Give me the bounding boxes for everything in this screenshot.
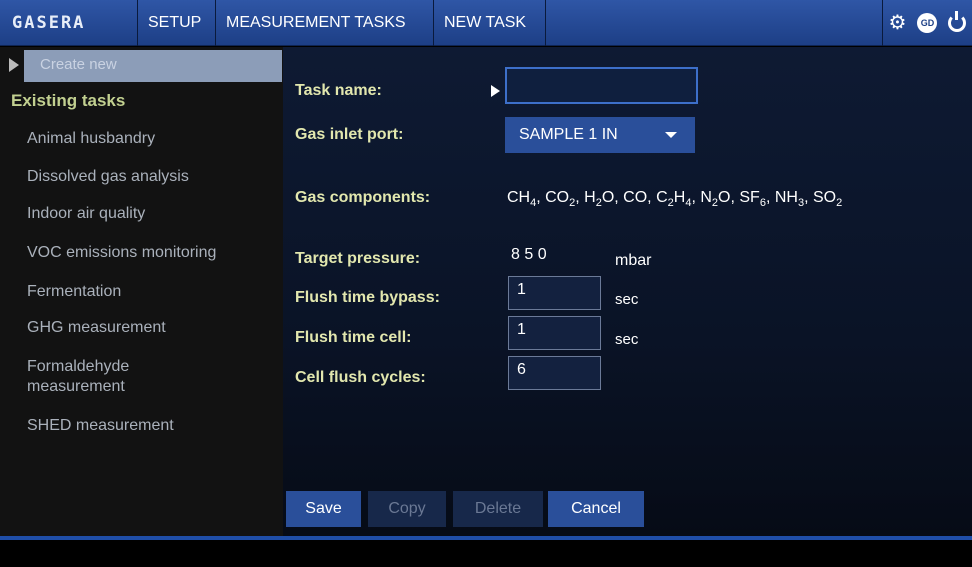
flush-bypass-label: Flush time bypass: xyxy=(295,289,440,306)
gas-co2: CO2 xyxy=(545,189,576,210)
flush-cell-input[interactable]: 1 xyxy=(508,316,601,350)
bottom-accent-bar xyxy=(0,536,972,540)
sidebar-item-animal-husbandry[interactable]: Animal husbandry xyxy=(27,129,155,149)
selected-arrow-icon xyxy=(9,58,19,72)
target-pressure-unit: mbar xyxy=(615,252,652,269)
top-icon-group: ⚙ GD xyxy=(882,0,972,46)
cell-cycles-input[interactable]: 6 xyxy=(508,356,601,390)
flush-bypass-unit: sec xyxy=(615,291,639,308)
gas-sf6: SF6 xyxy=(739,189,766,210)
sidebar-item-formaldehyde[interactable]: Formaldehyde measurement xyxy=(27,357,177,397)
gas-nh3: NH3 xyxy=(774,189,805,210)
gas-c2h4: C2H4 xyxy=(656,189,692,210)
cell-cycles-label: Cell flush cycles: xyxy=(295,369,426,386)
gas-inlet-value: SAMPLE 1 IN xyxy=(519,126,618,143)
chevron-down-icon xyxy=(665,132,677,138)
task-form-panel: Task name: Gas inlet port: SAMPLE 1 IN G… xyxy=(283,47,972,536)
gas-co: CO xyxy=(623,189,648,206)
gas-components-label: Gas components: xyxy=(295,189,431,206)
gas-ch4: CH4 xyxy=(507,189,537,210)
focus-arrow-icon xyxy=(491,85,500,97)
task-name-label: Task name: xyxy=(295,82,382,99)
flush-cell-label: Flush time cell: xyxy=(295,329,412,346)
gas-h2o: H2O xyxy=(584,189,615,210)
nav-measurement-tasks[interactable]: MEASUREMENT TASKS xyxy=(216,0,434,46)
gas-inlet-label: Gas inlet port: xyxy=(295,126,404,143)
sidebar-item-shed[interactable]: SHED measurement xyxy=(27,416,174,436)
delete-button[interactable]: Delete xyxy=(453,491,543,527)
gd-badge-icon[interactable]: GD xyxy=(917,13,938,33)
gas-n2o: N2O xyxy=(700,189,731,210)
sidebar-item-ghg[interactable]: GHG measurement xyxy=(27,318,166,338)
nav-new-task[interactable]: NEW TASK xyxy=(434,0,546,46)
cancel-button[interactable]: Cancel xyxy=(548,491,644,527)
target-pressure-label: Target pressure: xyxy=(295,250,421,267)
sidebar-item-fermentation[interactable]: Fermentation xyxy=(27,282,121,302)
gear-icon[interactable]: ⚙ xyxy=(889,13,907,33)
top-nav-bar: GASERA SETUP MEASUREMENT TASKS NEW TASK … xyxy=(0,0,972,46)
save-button[interactable]: Save xyxy=(286,491,361,527)
existing-tasks-heading: Existing tasks xyxy=(11,91,126,110)
nav-setup[interactable]: SETUP xyxy=(138,0,216,46)
copy-button[interactable]: Copy xyxy=(368,491,446,527)
sidebar-item-dissolved-gas[interactable]: Dissolved gas analysis xyxy=(27,167,189,187)
power-icon[interactable] xyxy=(948,11,967,32)
create-new-row: Create new xyxy=(0,50,283,82)
sidebar: Create new Existing tasks Animal husband… xyxy=(0,47,283,536)
sidebar-item-voc-emissions[interactable]: VOC emissions monitoring xyxy=(27,243,216,263)
target-pressure-value[interactable]: 8 5 0 xyxy=(511,246,547,264)
create-new-button[interactable]: Create new xyxy=(24,50,282,82)
flush-cell-unit: sec xyxy=(615,331,639,348)
gas-so2: SO2 xyxy=(812,189,843,210)
sidebar-item-indoor-air[interactable]: Indoor air quality xyxy=(27,204,145,224)
gas-components-list: CH4, CO2, H2O, CO, C2H4, N2O, SF6, NH3, … xyxy=(507,189,843,210)
gas-inlet-select[interactable]: SAMPLE 1 IN xyxy=(505,117,695,153)
task-name-input[interactable] xyxy=(505,67,698,104)
gasera-logo: GASERA xyxy=(0,0,138,46)
flush-bypass-input[interactable]: 1 xyxy=(508,276,601,310)
